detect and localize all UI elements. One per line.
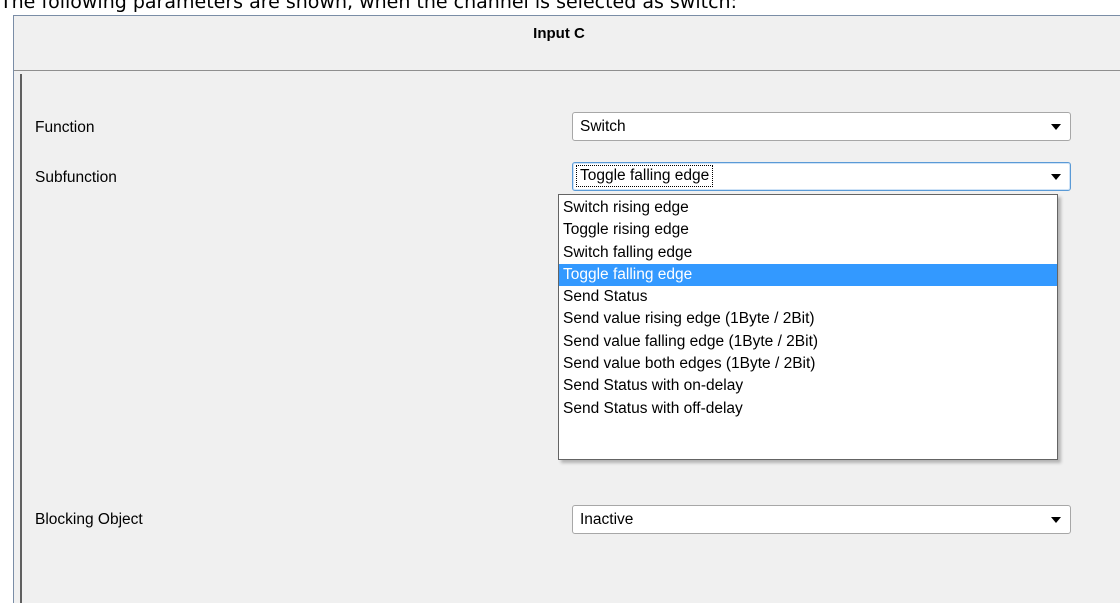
dropdown-option[interactable]: Switch falling edge — [559, 242, 1057, 264]
function-label: Function — [35, 119, 95, 136]
subfunction-select[interactable]: Toggle falling edge — [572, 162, 1071, 191]
blocking-object-value: Inactive — [580, 511, 634, 528]
subfunction-dropdown-list: Switch rising edge Toggle rising edge Sw… — [558, 194, 1058, 460]
function-select[interactable]: Switch — [572, 112, 1071, 141]
page: The following parameters are shown, when… — [0, 0, 1120, 603]
dropdown-option[interactable]: Send Status with on-delay — [559, 375, 1057, 397]
chevron-down-icon[interactable] — [1051, 517, 1061, 523]
chevron-down-icon[interactable] — [1051, 124, 1061, 130]
dropdown-option[interactable]: Send value both edges (1Byte / 2Bit) — [559, 353, 1057, 375]
dropdown-option[interactable]: Send Status with off-delay — [559, 398, 1057, 420]
dropdown-option[interactable]: Send value falling edge (1Byte / 2Bit) — [559, 331, 1057, 353]
document-caption: The following parameters are shown, when… — [0, 0, 737, 13]
subfunction-label: Subfunction — [35, 169, 117, 186]
function-value: Switch — [580, 118, 626, 135]
blocking-object-select[interactable]: Inactive — [572, 505, 1071, 534]
dropdown-option-selected[interactable]: Toggle falling edge — [559, 263, 1057, 287]
dropdown-option[interactable]: Switch rising edge — [559, 197, 1057, 219]
dropdown-option[interactable]: Toggle rising edge — [559, 219, 1057, 241]
chevron-down-icon[interactable] — [1051, 174, 1061, 180]
subfunction-value: Toggle falling edge — [575, 165, 714, 187]
blocking-object-label: Blocking Object — [35, 511, 143, 528]
window-title: Input C — [533, 25, 585, 42]
panel-left-border — [20, 74, 22, 603]
dropdown-option[interactable]: Send Status — [559, 286, 1057, 308]
dropdown-option[interactable]: Send value rising edge (1Byte / 2Bit) — [559, 308, 1057, 330]
title-bar: Input C — [14, 16, 1120, 71]
